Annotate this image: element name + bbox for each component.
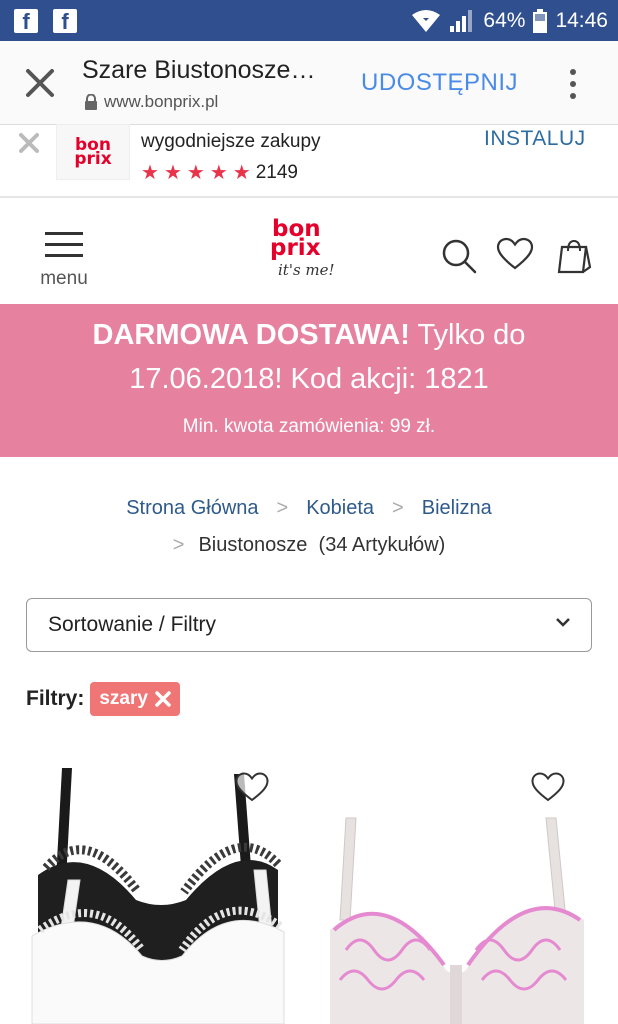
sort-filter-dropdown[interactable]: Sortowanie / Filtry — [26, 598, 592, 652]
active-filters: Filtry: szary — [26, 682, 180, 716]
share-button[interactable]: UDOSTĘPNIJ — [361, 69, 518, 97]
filter-chip-label: szary — [99, 688, 148, 709]
shopping-bag-icon[interactable] — [555, 237, 593, 275]
bonprix-logo[interactable]: bon prix it's me! — [266, 218, 338, 288]
menu-label: menu — [40, 268, 88, 289]
signal-icon — [450, 10, 473, 32]
app-rating: ★ ★ ★ ★ ★ 2149 — [141, 160, 298, 185]
star-icon: ★ — [232, 162, 251, 184]
page-title: Szare Biustonosze… — [82, 56, 316, 84]
facebook-notification-icon: f — [53, 9, 77, 34]
chevron-right-icon: > — [172, 534, 185, 556]
filters-label: Filtry: — [26, 687, 85, 710]
logo-line2: prix — [270, 235, 321, 261]
promo-banner[interactable]: DARMOWA DOSTAWA! Tylko do 17.06.2018! Ko… — [0, 304, 618, 457]
hamburger-icon-bar — [45, 254, 83, 257]
lock-icon — [85, 94, 97, 110]
promo-minimum: Min. kwota zamówienia: 99 zł. — [182, 416, 436, 437]
url-display: www.bonprix.pl — [84, 92, 218, 112]
sort-filter-label: Sortowanie / Filtry — [48, 613, 217, 636]
star-icon: ★ — [163, 162, 182, 184]
heart-icon[interactable] — [235, 772, 269, 802]
app-tagline: wygodniejsze zakupy — [141, 131, 321, 152]
close-banner-icon[interactable] — [17, 131, 41, 155]
wifi-icon — [412, 10, 441, 32]
breadcrumb-home[interactable]: Strona Główna — [126, 497, 258, 519]
browser-toolbar: Szare Biustonosze… www.bonprix.pl UDOSTĘ… — [0, 41, 618, 125]
rating-count: 2149 — [255, 161, 298, 183]
chevron-right-icon: > — [276, 497, 289, 519]
breadcrumb-kobieta[interactable]: Kobieta — [306, 497, 374, 519]
heart-icon[interactable] — [531, 772, 565, 802]
url-text: www.bonprix.pl — [104, 92, 219, 111]
product-card[interactable] — [326, 760, 588, 1024]
facebook-notification-icon: f — [14, 9, 38, 34]
clock: 14:46 — [555, 9, 608, 32]
close-icon[interactable] — [22, 65, 58, 101]
app-install-banner: bon prix wygodniejsze zakupy ★ ★ ★ ★ ★ 2… — [0, 124, 618, 198]
battery-icon — [533, 9, 548, 33]
promo-headline: DARMOWA DOSTAWA! Tylko do — [0, 319, 618, 352]
star-icon: ★ — [141, 162, 159, 184]
breadcrumb-bielizna[interactable]: Bielizna — [422, 497, 492, 519]
chevron-right-icon: > — [392, 497, 404, 519]
search-icon[interactable] — [440, 237, 478, 275]
heart-icon[interactable] — [496, 237, 534, 271]
site-header: menu bon prix it's me! — [0, 200, 618, 304]
product-card[interactable] — [26, 760, 288, 1024]
filter-chip-szary[interactable]: szary — [90, 682, 180, 716]
hamburger-icon-bar — [45, 243, 83, 246]
chevron-down-icon — [556, 618, 570, 627]
star-icon: ★ — [186, 162, 205, 184]
install-button[interactable]: INSTALUJ — [484, 127, 586, 151]
promo-text-part1: Tylko do — [409, 319, 526, 351]
promo-bold: DARMOWA DOSTAWA! — [92, 319, 410, 351]
status-bar: f f 64% 14:46 — [0, 0, 618, 41]
more-vert-icon[interactable] — [562, 67, 584, 101]
remove-filter-icon[interactable] — [155, 691, 171, 707]
menu-button[interactable]: menu — [38, 232, 90, 292]
app-logo-line2: prix — [74, 149, 112, 169]
article-count: (34 Artykułów) — [318, 534, 446, 556]
app-logo: bon prix — [56, 124, 130, 180]
battery-percent: 64% — [483, 9, 526, 32]
hamburger-icon — [45, 232, 83, 235]
star-icon: ★ — [209, 162, 228, 184]
logo-slogan: it's me! — [278, 261, 335, 279]
promo-text-part2: 17.06.2018! Kod akcji: 1821 — [129, 363, 489, 395]
breadcrumb-current: Biustonosze — [198, 534, 308, 556]
